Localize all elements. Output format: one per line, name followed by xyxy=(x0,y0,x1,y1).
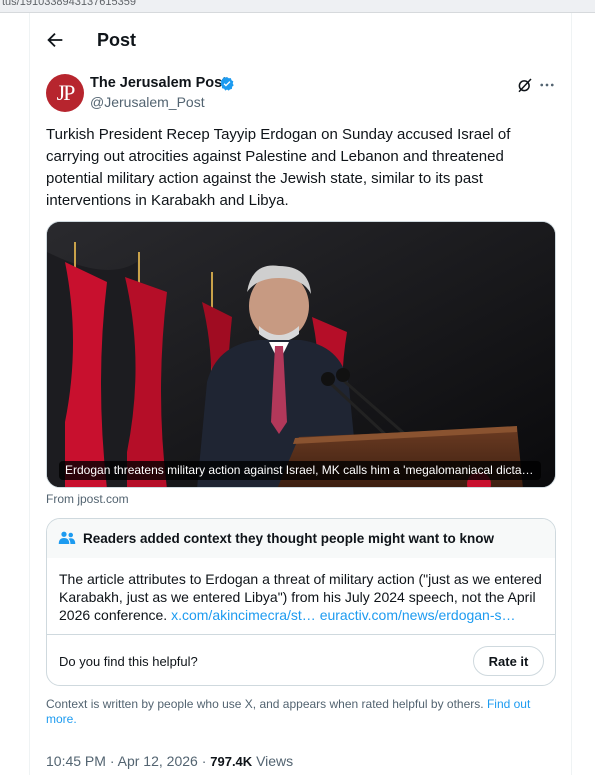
url-text: tus/1910338943137615359 xyxy=(2,0,136,8)
post-meta: 10:45 PM · Apr 12, 2026 · 797.4K Views xyxy=(46,753,293,769)
browser-url-bar[interactable]: tus/1910338943137615359 xyxy=(0,0,595,13)
link-card-caption: Erdogan threatens military action agains… xyxy=(59,461,541,480)
link-card-image[interactable]: Erdogan threatens military action agains… xyxy=(46,221,556,488)
views-label: Views xyxy=(256,753,294,769)
page-title: Post xyxy=(97,30,137,50)
context-footer: Context is written by people who use X, … xyxy=(46,697,558,727)
community-note: Readers added context they thought peopl… xyxy=(46,518,556,686)
verified-badge-icon xyxy=(220,77,234,91)
people-icon xyxy=(58,531,76,544)
divider xyxy=(47,634,555,635)
more-horizontal-icon[interactable] xyxy=(538,76,556,94)
views-count: 797.4K xyxy=(210,754,253,769)
arrow-left-icon[interactable] xyxy=(44,29,66,51)
grok-icon[interactable] xyxy=(516,76,534,94)
source-domain-link[interactable]: From jpost.com xyxy=(46,492,129,506)
helpful-question: Do you find this helpful? xyxy=(59,654,198,669)
author-display-name[interactable]: The Jerusalem Post xyxy=(90,75,227,91)
post-header: Post xyxy=(30,13,573,67)
community-note-header: Readers added context they thought peopl… xyxy=(47,519,555,558)
post-column: Post JP The Jerusalem Post @Jerusalem_Po… xyxy=(29,13,572,775)
avatar[interactable]: JP xyxy=(46,74,84,112)
meta-separator: · xyxy=(201,753,207,769)
erdogan-photo xyxy=(47,222,555,487)
context-footer-text: Context is written by people who use X, … xyxy=(46,697,484,711)
rate-it-button[interactable]: Rate it xyxy=(473,646,544,676)
community-note-body: The article attributes to Erdogan a thre… xyxy=(59,570,547,624)
author-handle[interactable]: @Jerusalem_Post xyxy=(90,94,205,110)
meta-separator: · xyxy=(109,753,115,769)
note-source-link-2[interactable]: euractiv.com/news/erdogan-s… xyxy=(320,607,516,623)
tweet-text: Turkish President Recep Tayyip Erdogan o… xyxy=(46,126,511,209)
post-date[interactable]: Apr 12, 2026 xyxy=(118,753,198,769)
post-time[interactable]: 10:45 PM xyxy=(46,753,106,769)
community-note-title: Readers added context they thought peopl… xyxy=(83,531,495,546)
note-source-link-1[interactable]: x.com/akincimecra/st… xyxy=(171,607,316,623)
